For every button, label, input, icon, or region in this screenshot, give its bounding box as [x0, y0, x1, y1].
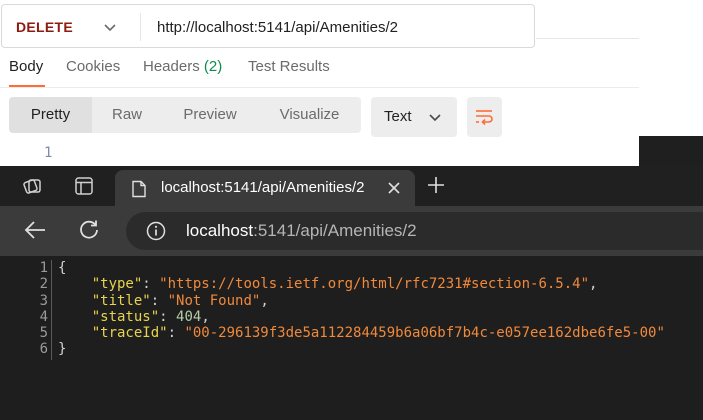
background [639, 136, 703, 166]
divider [0, 87, 639, 88]
response-line-number: 1 [44, 145, 53, 161]
reload-icon[interactable] [78, 219, 100, 241]
tab-cookies[interactable]: Cookies [66, 58, 120, 75]
page-icon [132, 180, 146, 198]
line-number: 3 [39, 292, 48, 309]
view-pretty-button[interactable]: Pretty [9, 97, 92, 133]
json-line: { [58, 260, 665, 276]
view-visualize-button[interactable]: Visualize [258, 97, 361, 133]
close-brace: } [58, 341, 67, 358]
view-raw-button[interactable]: Raw [92, 97, 162, 133]
json-comma: , [589, 276, 598, 293]
view-preview-button[interactable]: Preview [162, 97, 258, 133]
address-text: localhost:5141/api/Amenities/2 [186, 221, 417, 241]
headers-count: (2) [203, 58, 223, 75]
json-value: 404 [176, 308, 202, 325]
back-arrow-icon[interactable] [24, 220, 46, 240]
json-value: "Not Found" [167, 292, 261, 309]
line-number: 6 [39, 341, 48, 358]
json-line: "title": "Not Found", [91, 292, 269, 309]
tab-body[interactable]: Body [9, 58, 43, 75]
divider [536, 38, 639, 39]
json-line: } [58, 341, 665, 357]
view-mode-selector: Pretty Raw Preview Visualize [9, 97, 361, 133]
tab-test-results[interactable]: Test Results [248, 58, 330, 75]
tab-actions-icon[interactable] [72, 174, 96, 198]
browser-toolbar: localhost:5141/api/Amenities/2 [0, 206, 703, 256]
method-select[interactable]: DELETE [16, 19, 73, 35]
json-key: "title" [91, 292, 151, 309]
address-host: localhost [186, 221, 254, 240]
chevron-down-icon[interactable] [102, 19, 118, 35]
info-icon[interactable] [146, 221, 166, 241]
json-code: { "type": "https://tools.ietf.org/html/r… [58, 260, 665, 358]
tab-title: localhost:5141/api/Amenities/2 [161, 179, 365, 196]
json-value: "https://tools.ietf.org/html/rfc7231#sec… [159, 276, 590, 293]
line-number: 2 [39, 276, 48, 293]
plus-icon[interactable] [427, 176, 445, 194]
wrap-lines-button[interactable] [467, 97, 502, 137]
workspaces-icon[interactable] [21, 174, 45, 198]
postman-panel: DELETE http://localhost:5141/api/Ameniti… [0, 0, 639, 166]
tab-headers[interactable]: Headers (2) [143, 58, 222, 75]
request-bar: DELETE http://localhost:5141/api/Ameniti… [1, 4, 535, 48]
json-line: "status": 404, [91, 308, 210, 325]
divider [51, 260, 52, 360]
line-number: 5 [39, 325, 48, 342]
wrap-lines-icon [476, 110, 493, 126]
divider [140, 13, 141, 41]
chevron-down-icon [429, 114, 441, 122]
json-key: "traceId" [91, 325, 168, 342]
format-label: Text [384, 108, 412, 125]
close-icon[interactable] [387, 181, 401, 195]
json-comma: , [260, 292, 269, 309]
tab-headers-label: Headers [143, 58, 200, 75]
json-key: "status" [91, 308, 160, 325]
open-brace: { [58, 260, 67, 276]
tab-strip: localhost:5141/api/Amenities/2 [0, 166, 703, 206]
json-line: "type": "https://tools.ietf.org/html/rfc… [91, 276, 598, 293]
url-input[interactable]: http://localhost:5141/api/Amenities/2 [157, 19, 398, 36]
json-line: "traceId": "00-296139f3de5a112284459b6a0… [91, 325, 665, 342]
json-viewer: 1 2 3 4 5 6 { "type": "https://tools.iet… [0, 256, 703, 420]
line-number-gutter: 1 2 3 4 5 6 [0, 260, 48, 358]
browser-window: localhost:5141/api/Amenities/2 localhost… [0, 166, 703, 420]
browser-tab[interactable]: localhost:5141/api/Amenities/2 [115, 170, 415, 206]
address-bar[interactable]: localhost:5141/api/Amenities/2 [126, 212, 703, 250]
json-comma: , [201, 308, 210, 325]
address-path: :5141/api/Amenities/2 [253, 221, 417, 240]
json-value: "00-296139f3de5a112284459b6a06bf7b4c-e05… [184, 325, 665, 342]
line-number: 1 [39, 260, 48, 276]
json-key: "type" [91, 276, 143, 293]
line-number: 4 [39, 308, 48, 325]
format-select[interactable]: Text [371, 97, 457, 137]
